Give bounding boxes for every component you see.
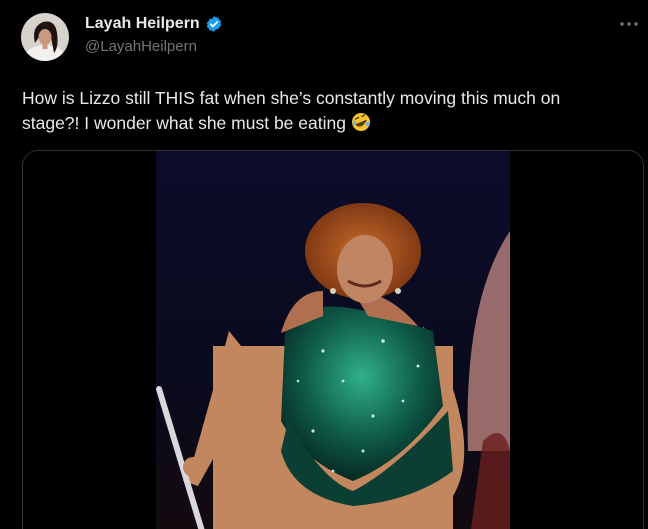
verified-badge-icon	[205, 15, 223, 33]
more-horizontal-icon[interactable]	[618, 16, 640, 32]
tweet-text-line1: How is Lizzo still THIS fat when she’s c…	[22, 88, 561, 108]
author-handle[interactable]: @LayahHeilpern	[85, 38, 223, 55]
author-display-name[interactable]: Layah Heilpern	[85, 15, 200, 33]
avatar[interactable]	[21, 13, 69, 61]
tweet-media-video[interactable]	[22, 150, 644, 529]
tweet-text-line2: stage?! I wonder what she must be eating	[22, 113, 346, 133]
author-name-row: Layah Heilpern	[85, 13, 223, 35]
video-thumbnail	[23, 151, 643, 529]
avatar-image	[21, 13, 69, 61]
tweet-text: How is Lizzo still THIS fat when she’s c…	[22, 86, 626, 136]
tweet-header: Layah Heilpern @LayahHeilpern	[85, 13, 223, 55]
tweet[interactable]: Layah Heilpern @LayahHeilpern How is Liz…	[0, 0, 648, 529]
rolling-laughing-emoji-icon	[351, 112, 371, 132]
